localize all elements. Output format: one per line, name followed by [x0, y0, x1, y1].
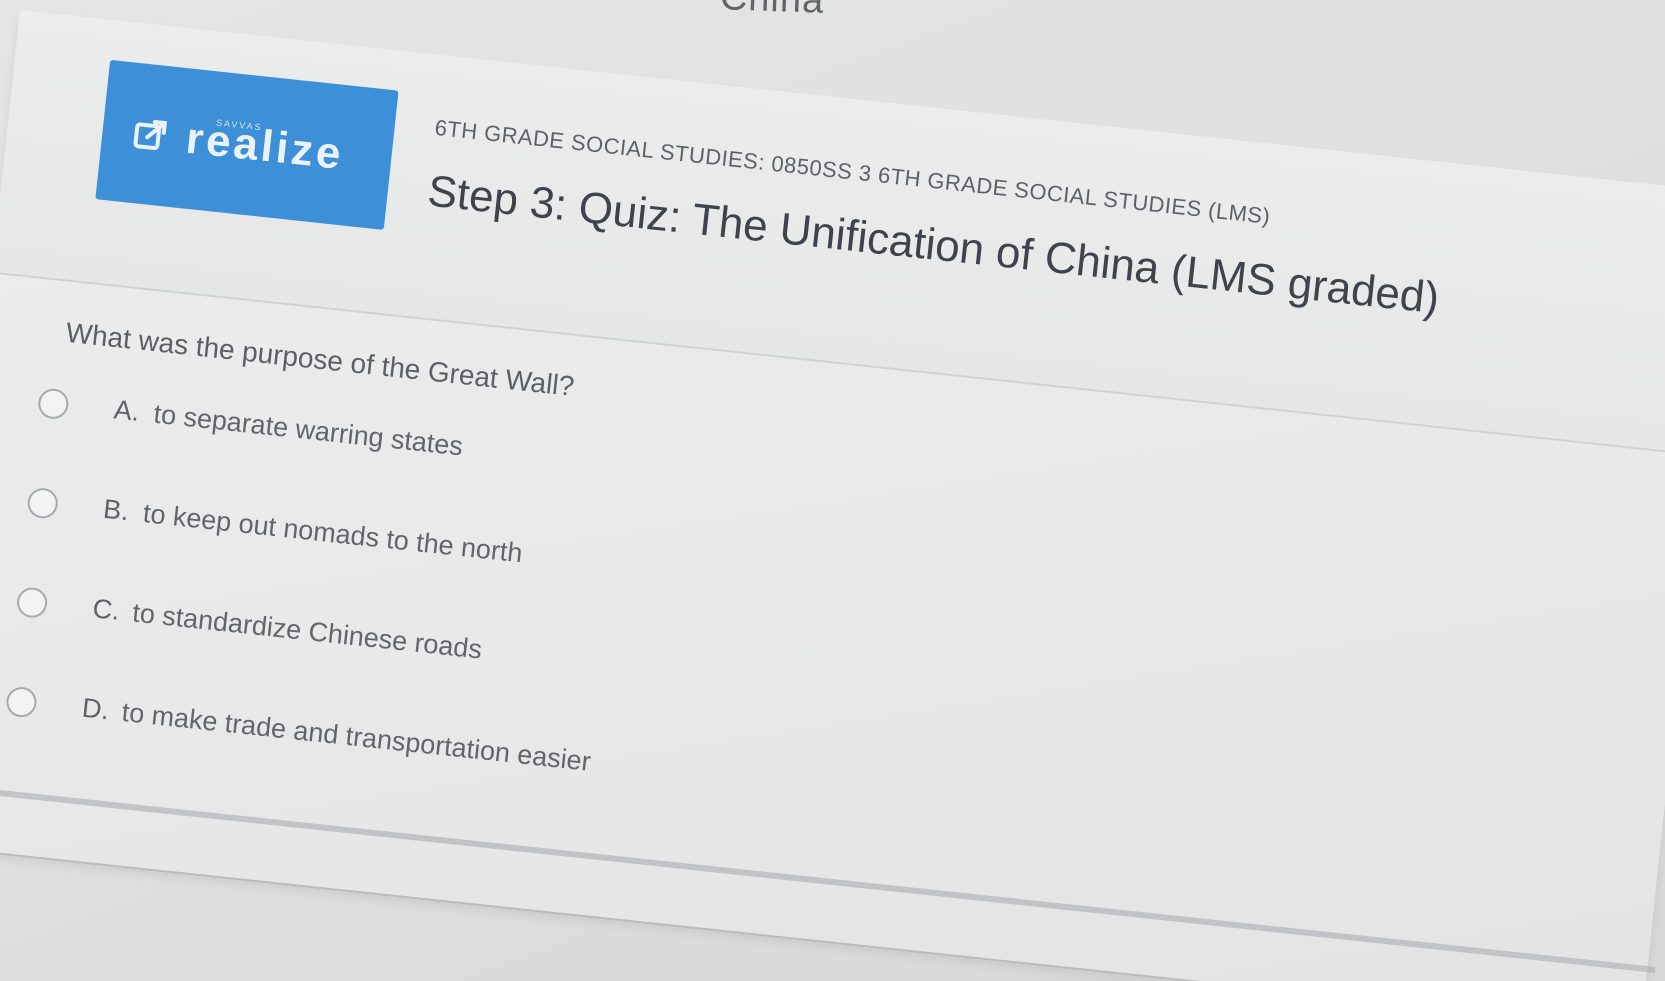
option-text: to separate warring states [152, 398, 465, 462]
option-d[interactable]: D. to make trade and transportation easi… [5, 685, 592, 778]
quiz-page: SAVVAS realize 6TH GRADE SOCIAL STUDIES:… [0, 10, 1665, 981]
page-top-title: China [719, 0, 825, 23]
option-a[interactable]: A. to separate warring states [36, 386, 465, 462]
option-letter: C. [91, 593, 122, 626]
radio-button-a[interactable] [36, 386, 70, 420]
option-letter: B. [101, 493, 131, 527]
option-text: to keep out nomads to the north [141, 498, 524, 569]
option-b[interactable]: B. to keep out nomads to the north [26, 486, 524, 570]
option-letter: A. [112, 394, 142, 427]
option-text: to standardize Chinese roads [131, 597, 484, 665]
radio-button-b[interactable] [26, 486, 60, 520]
logo-text: realize [183, 113, 347, 180]
radio-button-d[interactable] [5, 685, 39, 719]
quiz-header: SAVVAS realize 6TH GRADE SOCIAL STUDIES:… [0, 10, 1665, 457]
option-text: to make trade and transportation easier [120, 696, 593, 777]
question-prompt: What was the purpose of the Great Wall? [64, 316, 576, 402]
external-link-icon [131, 115, 171, 155]
option-c[interactable]: C. to standardize Chinese roads [15, 585, 484, 665]
realize-logo[interactable]: SAVVAS realize [95, 59, 399, 230]
option-letter: D. [80, 692, 111, 726]
radio-button-c[interactable] [15, 585, 49, 619]
photo-scene: China SAVVAS realize 6TH GRADE SOCIAL ST… [0, 0, 1665, 981]
